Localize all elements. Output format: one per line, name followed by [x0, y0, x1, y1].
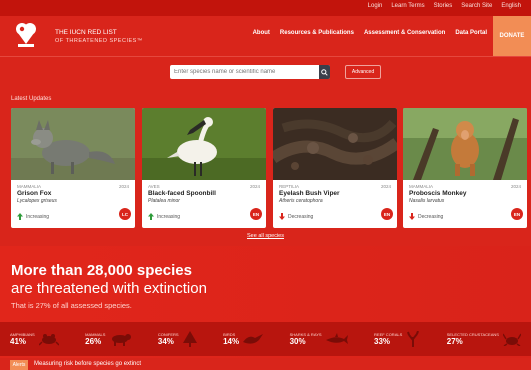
- stat-crustaceans[interactable]: SELECTED CRUSTACEANS 27%: [447, 332, 521, 346]
- status-badge: LC: [119, 208, 131, 220]
- site-title-line2: OF THREATENED SPECIES™: [55, 38, 143, 44]
- species-card-monkey[interactable]: MAMMALIA 2024 Proboscis Monkey Nasalis l…: [403, 108, 527, 228]
- species-photo-monkey: [403, 108, 527, 180]
- red-list-logo-icon[interactable]: [15, 22, 37, 48]
- crab-icon: [502, 333, 521, 346]
- stat-percent: 33%: [374, 337, 391, 346]
- trend-up-icon: [148, 213, 154, 220]
- utility-links: Login Learn Terms Stories Search Site En…: [368, 3, 521, 9]
- stat-sharks[interactable]: SHARKS & RAYS 30%: [290, 332, 348, 346]
- nav-item-resources[interactable]: Resources & Publications: [280, 30, 354, 36]
- card-trend-label: Decreasing: [418, 213, 444, 220]
- card-species-name: Eyelash Bush Viper: [279, 190, 340, 197]
- species-card-viper[interactable]: REPTILIA 2024 Eyelash Bush Viper Atheris…: [273, 108, 397, 228]
- search-button[interactable]: [319, 65, 330, 79]
- stat-percent: 34%: [157, 337, 174, 346]
- card-year: 2024: [510, 184, 521, 189]
- species-card-spoonbill[interactable]: AVES 2024 Black-faced Spoonbill Platalea…: [142, 108, 266, 228]
- card-year: 2024: [118, 184, 129, 189]
- nav-item-assessment[interactable]: Assessment & Conservation: [364, 30, 445, 36]
- search-input[interactable]: [174, 67, 314, 77]
- trend-up-icon: [17, 213, 23, 220]
- advanced-search-button[interactable]: Advanced: [345, 65, 381, 79]
- species-photo-spoonbill: [142, 108, 266, 180]
- card-trend-label: Decreasing: [288, 213, 314, 220]
- utility-link-login[interactable]: Login: [368, 3, 383, 9]
- status-badge: EN: [511, 208, 523, 220]
- bottom-message[interactable]: Measuring risk before species go extinct: [34, 361, 141, 367]
- bottom-banner: Alerts Measuring risk before species go …: [0, 358, 531, 370]
- card-species-name: Grison Fox: [17, 190, 52, 197]
- stat-conifers[interactable]: CONIFERS 34%: [158, 331, 197, 347]
- species-photo-viper: [273, 108, 397, 180]
- card-trend: Increasing: [148, 213, 180, 220]
- alerts-tag[interactable]: Alerts: [10, 360, 28, 370]
- stat-percent: 27%: [446, 337, 463, 346]
- bird-icon: [243, 334, 264, 344]
- stat-percent: 41%: [10, 337, 27, 346]
- search-icon: [321, 68, 328, 76]
- card-year: 2024: [380, 184, 391, 189]
- card-species-name: Proboscis Monkey: [409, 190, 467, 197]
- stat-percent: 14%: [223, 337, 240, 346]
- threat-stats-bar: AMPHIBIANS 41% MAMMALS 26% CONIFERS 34% …: [0, 322, 531, 356]
- utility-link-search[interactable]: Search Site: [461, 3, 492, 9]
- stat-birds[interactable]: BIRDS 14%: [223, 332, 264, 346]
- site-header: THE IUCN RED LIST OF THREATENED SPECIES™…: [0, 16, 531, 56]
- card-trend: Decreasing: [279, 213, 313, 220]
- card-scientific-name: Atheris ceratophora: [279, 198, 323, 204]
- card-class: MAMMALIA: [17, 184, 42, 189]
- stat-percent: 30%: [289, 337, 306, 346]
- shark-icon: [325, 333, 348, 344]
- card-scientific-name: Nasalis larvatus: [409, 198, 445, 204]
- card-trend-label: Increasing: [157, 213, 181, 220]
- card-species-name: Black-faced Spoonbill: [148, 190, 216, 197]
- utility-link-terms[interactable]: Learn Terms: [391, 3, 424, 9]
- utility-bar: Login Learn Terms Stories Search Site En…: [0, 0, 531, 16]
- frog-icon: [38, 334, 59, 346]
- card-trend-label: Increasing: [26, 213, 50, 220]
- card-scientific-name: Platalea minor: [148, 198, 180, 204]
- stat-amphibians[interactable]: AMPHIBIANS 41%: [10, 332, 59, 346]
- section-label: Latest Updates: [11, 96, 52, 102]
- stat-mammals[interactable]: MAMMALS 26%: [85, 332, 132, 346]
- card-year: 2024: [249, 184, 260, 189]
- threat-section: More than 28,000 species are threatened …: [0, 246, 531, 358]
- card-trend: Increasing: [17, 213, 49, 220]
- card-trend: Decreasing: [409, 213, 443, 220]
- status-badge: EN: [381, 208, 393, 220]
- donate-button[interactable]: DONATE: [493, 16, 531, 56]
- threat-subheadline: are threatened with extinction: [11, 280, 207, 297]
- utility-link-stories[interactable]: Stories: [434, 3, 453, 9]
- site-title[interactable]: THE IUCN RED LIST OF THREATENED SPECIES™: [55, 29, 143, 45]
- threat-headline: More than 28,000 species: [11, 262, 192, 279]
- site-title-line1: THE IUCN RED LIST: [55, 29, 117, 36]
- conifer-icon: [182, 331, 197, 347]
- card-class: REPTILIA: [279, 184, 300, 189]
- search-box: [170, 65, 330, 79]
- stat-reef-corals[interactable]: REEF CORALS 33%: [374, 331, 420, 347]
- status-badge: EN: [250, 208, 262, 220]
- threat-note: That is 27% of all assessed species.: [11, 301, 132, 310]
- utility-link-language[interactable]: English: [501, 3, 521, 9]
- search-band: Advanced: [0, 56, 531, 84]
- card-scientific-name: Lycalopex griseus: [17, 198, 57, 204]
- nav-item-data-portal[interactable]: Data Portal: [455, 30, 487, 36]
- featured-species-section: Latest Updates MAMMALIA 2024 Grison Fox …: [0, 84, 531, 246]
- nav-item-about[interactable]: About: [253, 30, 270, 36]
- coral-icon: [407, 331, 420, 347]
- species-photo-fox: [11, 108, 135, 180]
- stat-percent: 26%: [85, 337, 102, 346]
- mammal-icon: [112, 334, 132, 346]
- main-nav: About Resources & Publications Assessmen…: [253, 30, 487, 36]
- card-class: MAMMALIA: [409, 184, 434, 189]
- trend-down-icon: [279, 213, 285, 220]
- species-card-fox[interactable]: MAMMALIA 2024 Grison Fox Lycalopex grise…: [11, 108, 135, 228]
- trend-down-icon: [409, 213, 415, 220]
- card-class: AVES: [148, 184, 160, 189]
- see-all-species-link[interactable]: See all species: [0, 233, 531, 239]
